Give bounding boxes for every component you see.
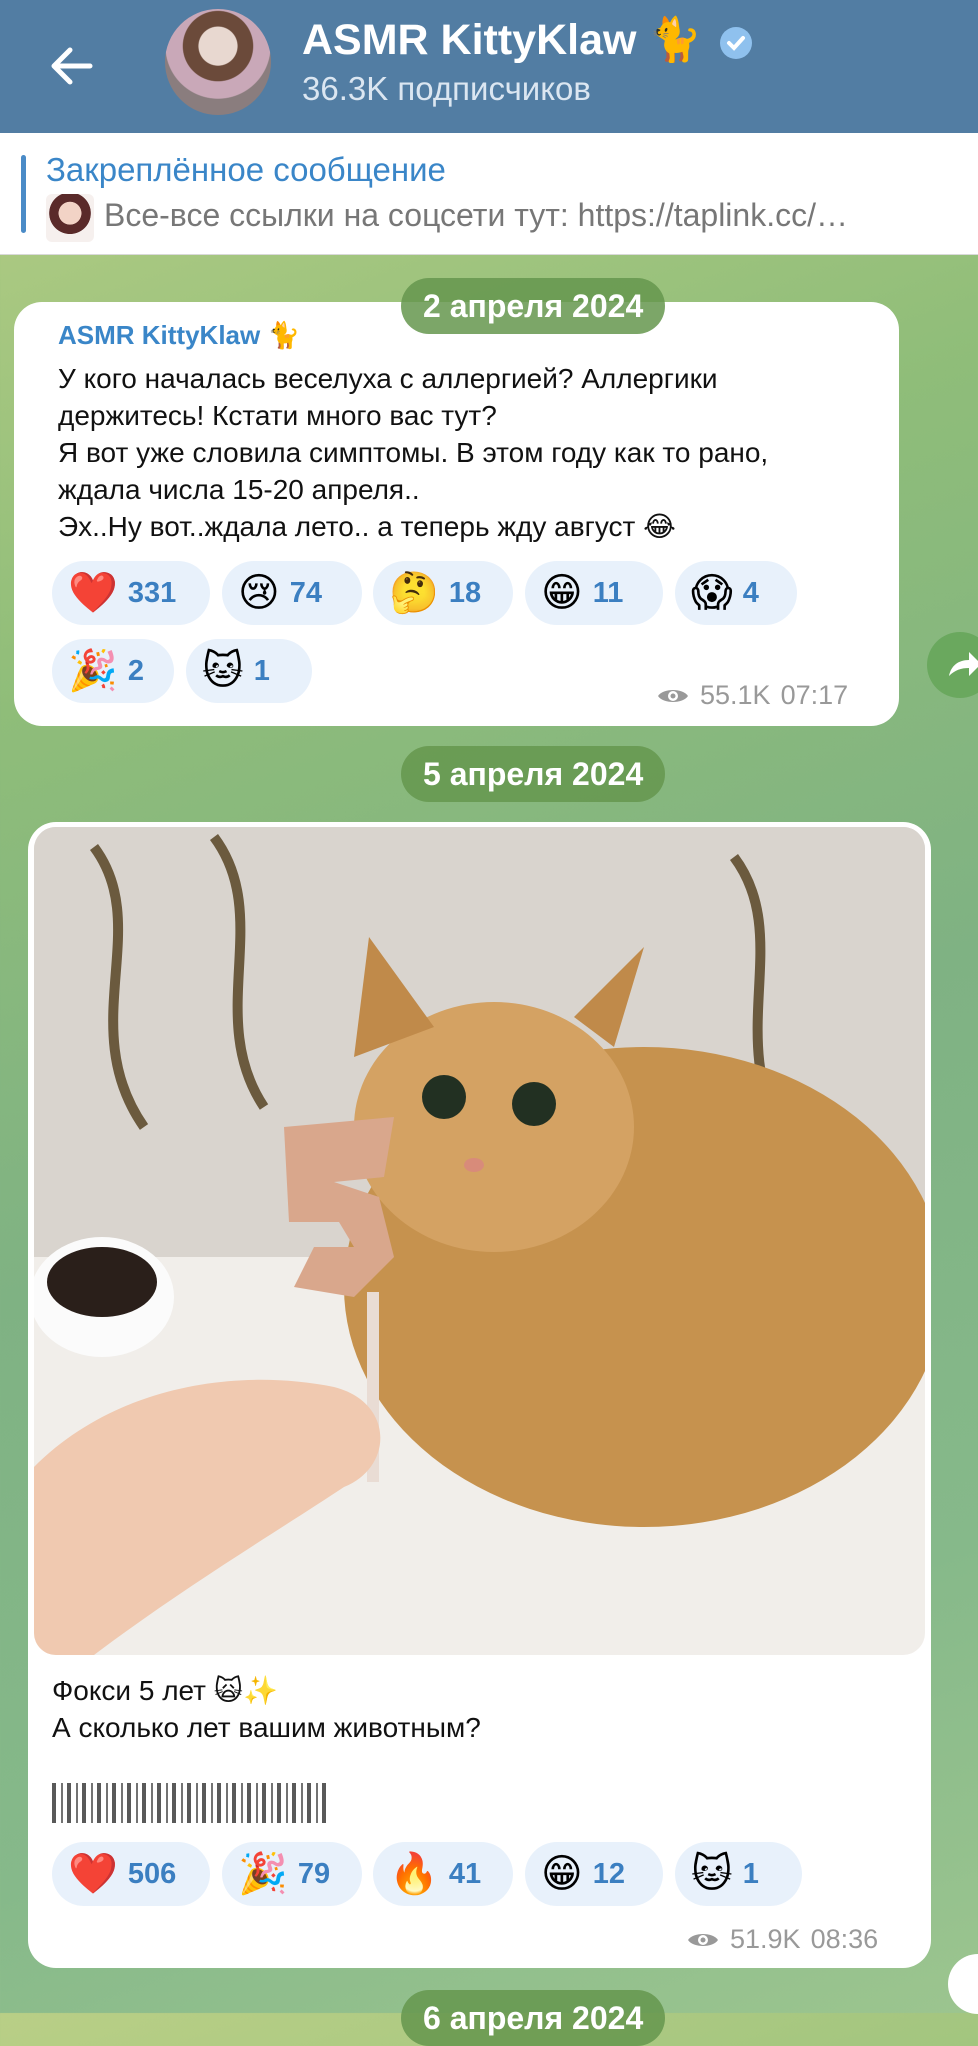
pinned-title: Закреплённое сообщение <box>46 151 446 188</box>
reaction-party[interactable]: 🎉 2 <box>52 639 174 703</box>
cat-photo-illustration <box>34 827 925 1655</box>
hidden-spoiler-text[interactable] <box>52 1783 326 1823</box>
reaction-cry[interactable]: 😢 74 <box>222 561 362 625</box>
message-time: 08:36 <box>810 1924 879 1954</box>
pinned-indicator <box>21 155 26 233</box>
share-arrow-icon <box>949 652 978 676</box>
reaction-fire[interactable]: 🔥 41 <box>373 1842 513 1906</box>
reaction-thinking[interactable]: 🤔 18 <box>373 561 513 625</box>
views-eye-icon <box>658 689 688 702</box>
channel-header: ASMR KittyKlaw 🐈 36.3K подписчиков <box>0 0 978 133</box>
subscriber-count: 36.3K подписчиков <box>302 70 591 107</box>
verified-badge-icon <box>719 26 752 59</box>
channel-title[interactable]: ASMR KittyKlaw 🐈 <box>302 14 754 66</box>
message-text: У кого началась веселуха с аллергией? Ал… <box>58 363 769 542</box>
reaction-party[interactable]: 🎉 79 <box>222 1842 362 1906</box>
message-meta: 51.9K 08:36 <box>686 1924 878 1955</box>
reaction-heart[interactable]: ❤️ 331 <box>52 561 210 625</box>
date-badge: 2 апреля 2024 <box>401 278 666 334</box>
view-count: 55.1K <box>700 680 771 710</box>
pinned-message-bar[interactable]: Закреплённое сообщение Все-все ссылки на… <box>0 133 978 255</box>
back-arrow-icon[interactable] <box>44 38 100 94</box>
date-badge: 6 апреля 2024 <box>401 1990 666 2046</box>
reaction-heart[interactable]: ❤️ 506 <box>52 1842 210 1906</box>
date-badge: 5 апреля 2024 <box>401 746 666 802</box>
views-eye-icon <box>688 1933 718 1946</box>
reaction-cat[interactable]: 🐱 1 <box>675 1842 802 1906</box>
share-button[interactable] <box>927 632 978 698</box>
view-count: 51.9K <box>730 1924 801 1954</box>
message-meta: 55.1K 07:17 <box>656 680 848 711</box>
post-photo[interactable] <box>34 827 925 1655</box>
message-author[interactable]: ASMR KittyKlaw 🐈 <box>58 320 300 351</box>
pinned-thumbnail <box>46 194 94 242</box>
reaction-grin[interactable]: 😁 12 <box>525 1842 663 1906</box>
channel-avatar[interactable] <box>165 9 271 115</box>
reaction-cat[interactable]: 🐱 1 <box>186 639 312 703</box>
pinned-text: Все-все ссылки на соцсети тут: https://t… <box>104 197 848 233</box>
message-text: Фокси 5 лет 🙀✨ А сколько лет вашим живот… <box>52 1675 481 1743</box>
reaction-grin[interactable]: 😁 11 <box>525 561 663 625</box>
scroll-down-button[interactable] <box>948 1954 978 2014</box>
reaction-scream[interactable]: 😱 4 <box>675 561 797 625</box>
message-time: 07:17 <box>780 680 849 710</box>
